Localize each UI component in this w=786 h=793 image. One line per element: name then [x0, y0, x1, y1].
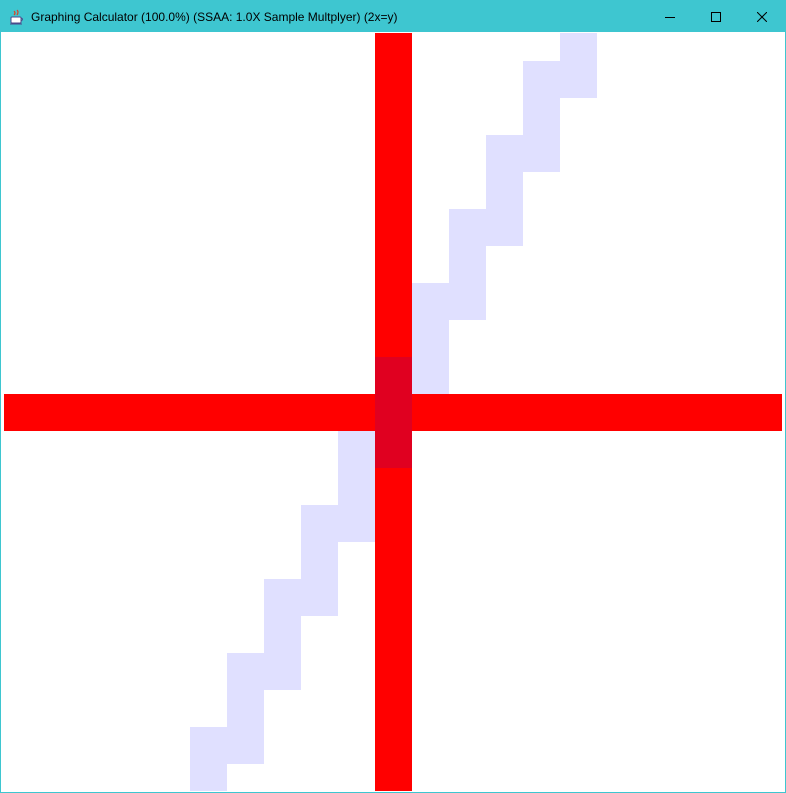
plot-cell [375, 394, 412, 431]
plot-cell [560, 33, 597, 61]
maximize-icon [711, 11, 721, 22]
plot-cell [412, 357, 449, 394]
plot-cell [523, 98, 560, 135]
plot-cell [449, 246, 486, 283]
plot-cell [486, 135, 523, 172]
plot-cell [523, 135, 560, 172]
plot-cell [190, 764, 227, 791]
close-icon [757, 11, 767, 22]
plot-cell [264, 653, 301, 690]
minimize-icon [665, 16, 675, 18]
plot-cell [264, 579, 301, 616]
plot-cell [338, 468, 375, 505]
plot-cell [375, 431, 412, 468]
calculator-window: Graphing Calculator (100.0%) (SSAA: 1.0X… [0, 0, 786, 793]
graph-plot [4, 33, 782, 791]
window-controls [647, 1, 785, 32]
plot-cell [449, 209, 486, 246]
graph-canvas[interactable] [4, 33, 782, 791]
plot-cell [190, 727, 227, 764]
maximize-button[interactable] [693, 1, 739, 32]
plot-cell [264, 616, 301, 653]
close-button[interactable] [739, 1, 785, 32]
plot-cell [486, 172, 523, 209]
plot-cell [449, 283, 486, 320]
plot-cell [412, 320, 449, 357]
minimize-button[interactable] [647, 1, 693, 32]
plot-cell [227, 727, 264, 764]
plot-cell [338, 431, 375, 468]
plot-cell [486, 209, 523, 246]
java-coffee-cup-icon [9, 9, 25, 25]
plot-cell [338, 505, 375, 542]
plot-cell [412, 283, 449, 320]
plot-cell [301, 505, 338, 542]
window-title: Graphing Calculator (100.0%) (SSAA: 1.0X… [31, 9, 398, 24]
plot-cell [301, 542, 338, 579]
plot-cell [560, 61, 597, 98]
plot-cell [523, 61, 560, 98]
title-bar[interactable]: Graphing Calculator (100.0%) (SSAA: 1.0X… [1, 1, 785, 32]
plot-cell [301, 579, 338, 616]
plot-cell [375, 357, 412, 394]
plot-cell [227, 690, 264, 727]
plot-cell [227, 653, 264, 690]
